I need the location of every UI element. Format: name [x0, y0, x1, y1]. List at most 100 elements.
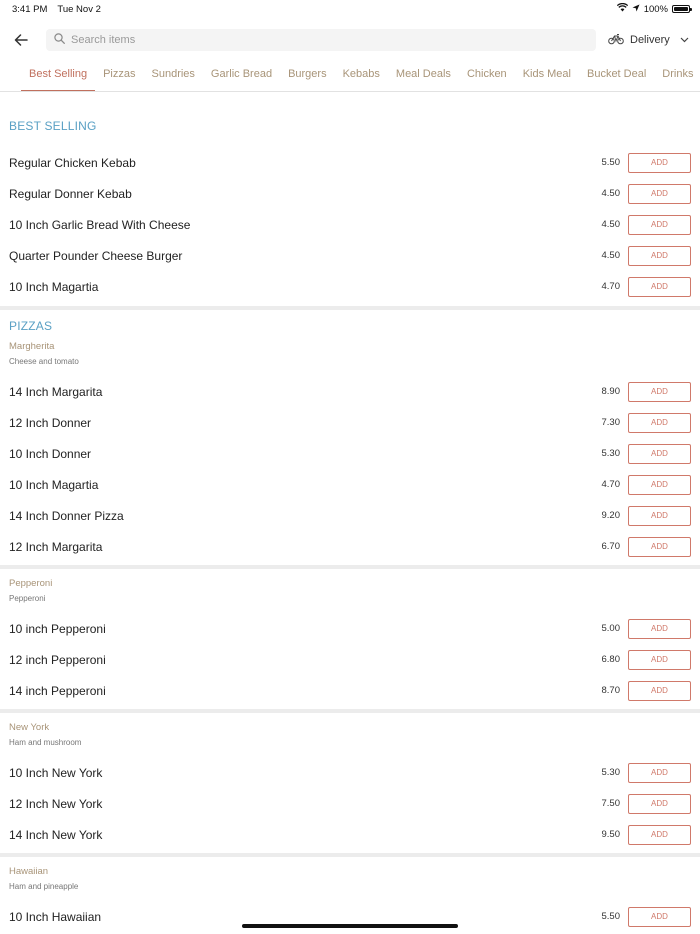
item-name: 14 Inch Donner Pizza	[9, 508, 124, 523]
add-button[interactable]: ADD	[628, 245, 691, 266]
item-price: 7.30	[601, 417, 621, 428]
item-name: 12 Inch New York	[9, 796, 103, 811]
add-button[interactable]: ADD	[628, 381, 691, 402]
menu-item: Quarter Pounder Cheese Burger 4.50 ADD	[0, 240, 700, 271]
search-input[interactable]	[71, 34, 588, 46]
item-price: 4.70	[601, 479, 621, 490]
delivery-label: Delivery	[630, 34, 670, 46]
item-price: 4.50	[601, 219, 621, 230]
add-button[interactable]: ADD	[628, 214, 691, 235]
add-button[interactable]: ADD	[628, 474, 691, 495]
tab-pizzas[interactable]: Pizzas	[95, 62, 143, 91]
item-price: 6.70	[601, 541, 621, 552]
wifi-icon	[616, 2, 628, 15]
item-price: 5.50	[601, 911, 621, 922]
item-name: 12 Inch Margarita	[9, 539, 103, 554]
add-button[interactable]: ADD	[628, 824, 691, 845]
item-price: 4.50	[601, 188, 621, 199]
category-tabs: Best Selling Pizzas Sundries Garlic Bread Bu…	[0, 62, 700, 92]
tab-burgers[interactable]: Burgers	[280, 62, 335, 91]
item-price: 5.30	[601, 448, 621, 459]
back-arrow-icon[interactable]	[10, 29, 32, 51]
tab-kebabs[interactable]: Kebabs	[335, 62, 388, 91]
group-desc: Ham and mushroom	[9, 738, 82, 747]
menu-item: 12 Inch Margarita 6.70 ADD	[0, 531, 700, 562]
item-name: 10 Inch Donner	[9, 446, 92, 461]
menu-item: Regular Chicken Kebab 5.50 ADD	[0, 147, 700, 178]
status-time: 3:41 PM	[12, 3, 48, 15]
bicycle-icon	[608, 33, 624, 48]
item-price: 9.50	[601, 829, 621, 840]
menu-item: 12 inch Pepperoni 6.80 ADD	[0, 644, 700, 675]
tab-best-selling[interactable]: Best Selling	[21, 62, 96, 91]
tab-chicken[interactable]: Chicken	[459, 62, 515, 91]
add-button[interactable]: ADD	[628, 183, 691, 204]
menu-item: 10 Inch Magartia 4.70 ADD	[0, 271, 700, 302]
add-button[interactable]: ADD	[628, 906, 691, 927]
item-price: 9.20	[601, 510, 621, 521]
add-button[interactable]: ADD	[628, 762, 691, 783]
item-name: 12 Inch Donner	[9, 415, 92, 430]
item-name: Regular Donner Kebab	[9, 186, 132, 201]
group-desc: Ham and pineapple	[9, 882, 79, 891]
menu-content: BEST SELLING Regular Chicken Kebab 5.50 ADD…	[0, 92, 700, 934]
add-button[interactable]: ADD	[628, 152, 691, 173]
group-desc: Pepperoni	[9, 594, 46, 603]
menu-item: 14 Inch Donner Pizza 9.20 ADD	[0, 500, 700, 531]
item-name: Quarter Pounder Cheese Burger	[9, 248, 183, 263]
group-title: Margherita	[9, 341, 55, 352]
add-button[interactable]: ADD	[628, 649, 691, 670]
menu-item: 14 inch Pepperoni 8.70 ADD	[0, 675, 700, 706]
search-box[interactable]	[46, 29, 596, 51]
menu-item: 12 Inch Donner 7.30 ADD	[0, 407, 700, 438]
add-button[interactable]: ADD	[628, 505, 691, 526]
item-price: 5.00	[601, 623, 621, 634]
add-button[interactable]: ADD	[628, 618, 691, 639]
menu-item: 12 Inch New York 7.50 ADD	[0, 788, 700, 819]
tab-sundries[interactable]: Sundries	[144, 62, 203, 91]
tab-garlic-bread[interactable]: Garlic Bread	[203, 62, 280, 91]
menu-item: 10 Inch New York 5.30 ADD	[0, 757, 700, 788]
item-name: 10 Inch New York	[9, 765, 103, 780]
status-left: 3:41 PM Tue Nov 2	[12, 4, 101, 15]
group-desc: Cheese and tomato	[9, 357, 79, 366]
menu-item: 14 Inch Margarita 8.90 ADD	[0, 376, 700, 407]
item-name: 14 inch Pepperoni	[9, 683, 106, 698]
status-right: 100%	[616, 2, 692, 15]
item-price: 5.30	[601, 767, 621, 778]
search-icon	[54, 31, 65, 49]
add-button[interactable]: ADD	[628, 443, 691, 464]
item-name: 10 Inch Magartia	[9, 477, 99, 492]
item-price: 4.50	[601, 250, 621, 261]
add-button[interactable]: ADD	[628, 536, 691, 557]
section-title-pizzas: PIZZAS	[9, 319, 53, 333]
location-arrow-icon	[632, 4, 640, 15]
menu-item: 14 Inch New York 9.50 ADD	[0, 819, 700, 850]
tab-kids-meal[interactable]: Kids Meal	[515, 62, 579, 91]
add-button[interactable]: ADD	[628, 793, 691, 814]
add-button[interactable]: ADD	[628, 276, 691, 297]
menu-item: 10 Inch Donner 5.30 ADD	[0, 438, 700, 469]
delivery-selector[interactable]: Delivery	[608, 33, 689, 48]
add-button[interactable]: ADD	[628, 412, 691, 433]
item-price: 8.90	[601, 386, 621, 397]
menu-item: 10 Inch Magartia 4.70 ADD	[0, 469, 700, 500]
item-name: 10 Inch Magartia	[9, 279, 99, 294]
item-name: 12 inch Pepperoni	[9, 652, 106, 667]
battery-percent: 100%	[643, 3, 668, 15]
tab-meal-deals[interactable]: Meal Deals	[388, 62, 459, 91]
home-indicator	[242, 924, 458, 928]
chevron-down-icon	[680, 34, 689, 46]
item-price: 7.50	[601, 798, 621, 809]
status-bar: 3:41 PM Tue Nov 2 100%	[0, 0, 700, 18]
item-price: 5.50	[601, 157, 621, 168]
item-name: 14 Inch New York	[9, 827, 103, 842]
item-name: Regular Chicken Kebab	[9, 155, 136, 170]
item-name: 14 Inch Margarita	[9, 384, 103, 399]
item-name: 10 Inch Garlic Bread With Cheese	[9, 217, 191, 232]
item-price: 4.70	[601, 281, 621, 292]
add-button[interactable]: ADD	[628, 680, 691, 701]
tab-bucket-deal[interactable]: Bucket Deal	[579, 62, 654, 91]
tab-drinks[interactable]: Drinks	[654, 62, 700, 91]
item-name: 10 Inch Hawaiian	[9, 909, 102, 924]
